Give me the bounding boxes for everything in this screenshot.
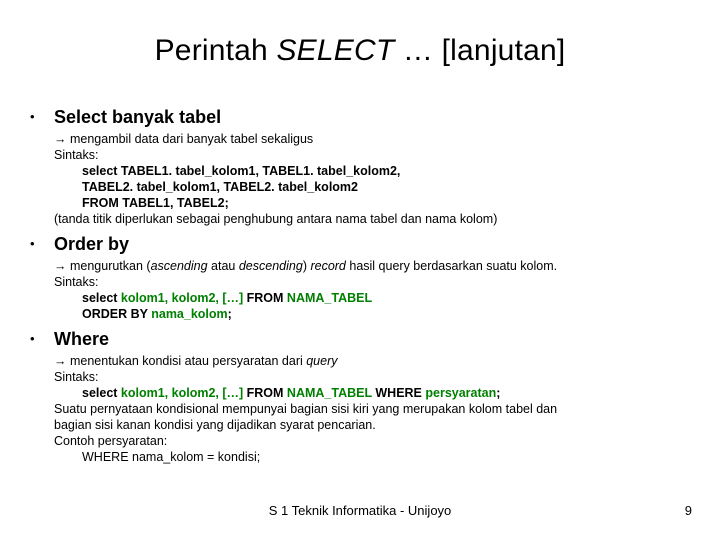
section-heading: Select banyak tabel — [54, 106, 221, 129]
title-post: … [lanjutan] — [394, 34, 565, 67]
text: atau — [208, 259, 239, 273]
green-text: kolom1, kolom2, […] — [121, 386, 243, 400]
text: FROM — [243, 291, 287, 305]
text: select — [82, 386, 121, 400]
code-line: select kolom1, kolom2, […] FROM NAMA_TAB… — [82, 385, 690, 401]
tail-line: bagian sisi kanan kondisi yang dijadikan… — [54, 417, 690, 433]
code-line: select TABEL1. tabel_kolom1, TABEL1. tab… — [82, 163, 690, 179]
sintaks-label: Sintaks: — [54, 274, 690, 290]
title-italic: SELECT — [276, 34, 394, 67]
italic-text: query — [306, 354, 337, 368]
code-line: ORDER BY nama_kolom; — [82, 306, 690, 322]
tail-line: Suatu pernyataan kondisional mempunyai b… — [54, 401, 690, 417]
bullet-icon: • — [30, 328, 54, 348]
italic-text: ascending — [151, 259, 208, 273]
slide: Perintah SELECT … [lanjutan] • Select ba… — [0, 0, 720, 540]
section-heading: Where — [54, 328, 109, 351]
text: → menentukan kondisi atau persyaratan da… — [54, 354, 306, 368]
title-pre: Perintah — [155, 34, 277, 67]
sintaks-label: Sintaks: — [54, 369, 690, 385]
green-text: kolom1, kolom2, […] — [121, 291, 243, 305]
footer-text: S 1 Teknik Informatika - Unijoyo — [0, 503, 720, 518]
sintaks-label: Sintaks: — [54, 147, 690, 163]
slide-title: Perintah SELECT … [lanjutan] — [0, 34, 720, 68]
section-heading: Order by — [54, 233, 129, 256]
section-order-by: • Order by → mengurutkan (ascending atau… — [30, 233, 690, 322]
page-number: 9 — [685, 503, 692, 518]
green-text: NAMA_TABEL — [287, 386, 372, 400]
italic-text: record — [310, 259, 345, 273]
arrow-line: → menentukan kondisi atau persyaratan da… — [54, 353, 690, 369]
italic-text: descending — [239, 259, 303, 273]
text: → mengurutkan ( — [54, 259, 151, 273]
code-line: TABEL2. tabel_kolom1, TABEL2. tabel_kolo… — [82, 179, 690, 195]
text: hasil query berdasarkan suatu kolom. — [346, 259, 557, 273]
green-text: NAMA_TABEL — [287, 291, 372, 305]
green-text: persyaratan — [425, 386, 496, 400]
bullet-icon: • — [30, 106, 54, 126]
arrow-line: → mengurutkan (ascending atau descending… — [54, 258, 690, 274]
text: ; — [228, 307, 232, 321]
tail-code: WHERE nama_kolom = kondisi; — [82, 449, 690, 465]
arrow-line: → mengambil data dari banyak tabel sekal… — [54, 131, 690, 147]
text: ; — [496, 386, 500, 400]
section-where: • Where → menentukan kondisi atau persya… — [30, 328, 690, 465]
text: WHERE — [372, 386, 425, 400]
text: select — [82, 291, 121, 305]
note-line: (tanda titik diperlukan sebagai penghubu… — [54, 211, 690, 227]
slide-body: • Select banyak tabel → mengambil data d… — [30, 106, 690, 471]
green-text: nama_kolom — [151, 307, 227, 321]
tail-line: Contoh persyaratan: — [54, 433, 690, 449]
text: ORDER BY — [82, 307, 151, 321]
code-line: FROM TABEL1, TABEL2; — [82, 195, 690, 211]
section-select-banyak-tabel: • Select banyak tabel → mengambil data d… — [30, 106, 690, 227]
code-line: select kolom1, kolom2, […] FROM NAMA_TAB… — [82, 290, 690, 306]
bullet-icon: • — [30, 233, 54, 253]
text: FROM — [243, 386, 287, 400]
